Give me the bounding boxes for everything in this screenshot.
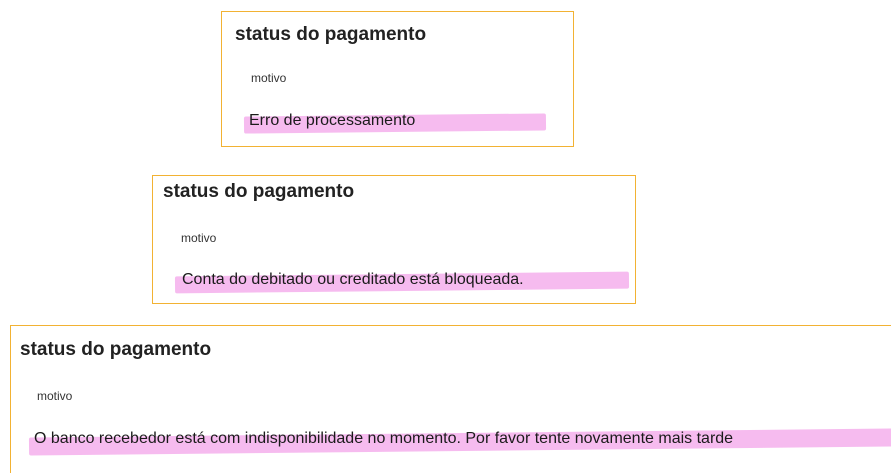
payment-status-card: status do pagamento motivo O banco receb… <box>10 325 891 473</box>
reason-label: motivo <box>37 389 73 403</box>
card-title: status do pagamento <box>163 181 355 202</box>
card-title: status do pagamento <box>20 339 212 360</box>
reason-label: motivo <box>181 231 217 245</box>
reason-label: motivo <box>251 71 287 85</box>
payment-status-card: status do pagamento motivo Conta do debi… <box>152 175 636 304</box>
reason-text: O banco recebedor está com indisponibili… <box>34 430 734 447</box>
reason-text: Conta do debitado ou creditado está bloq… <box>182 271 524 288</box>
card-title: status do pagamento <box>235 24 427 45</box>
reason-text: Erro de processamento <box>249 112 416 129</box>
payment-status-card: status do pagamento motivo Erro de proce… <box>221 11 574 147</box>
